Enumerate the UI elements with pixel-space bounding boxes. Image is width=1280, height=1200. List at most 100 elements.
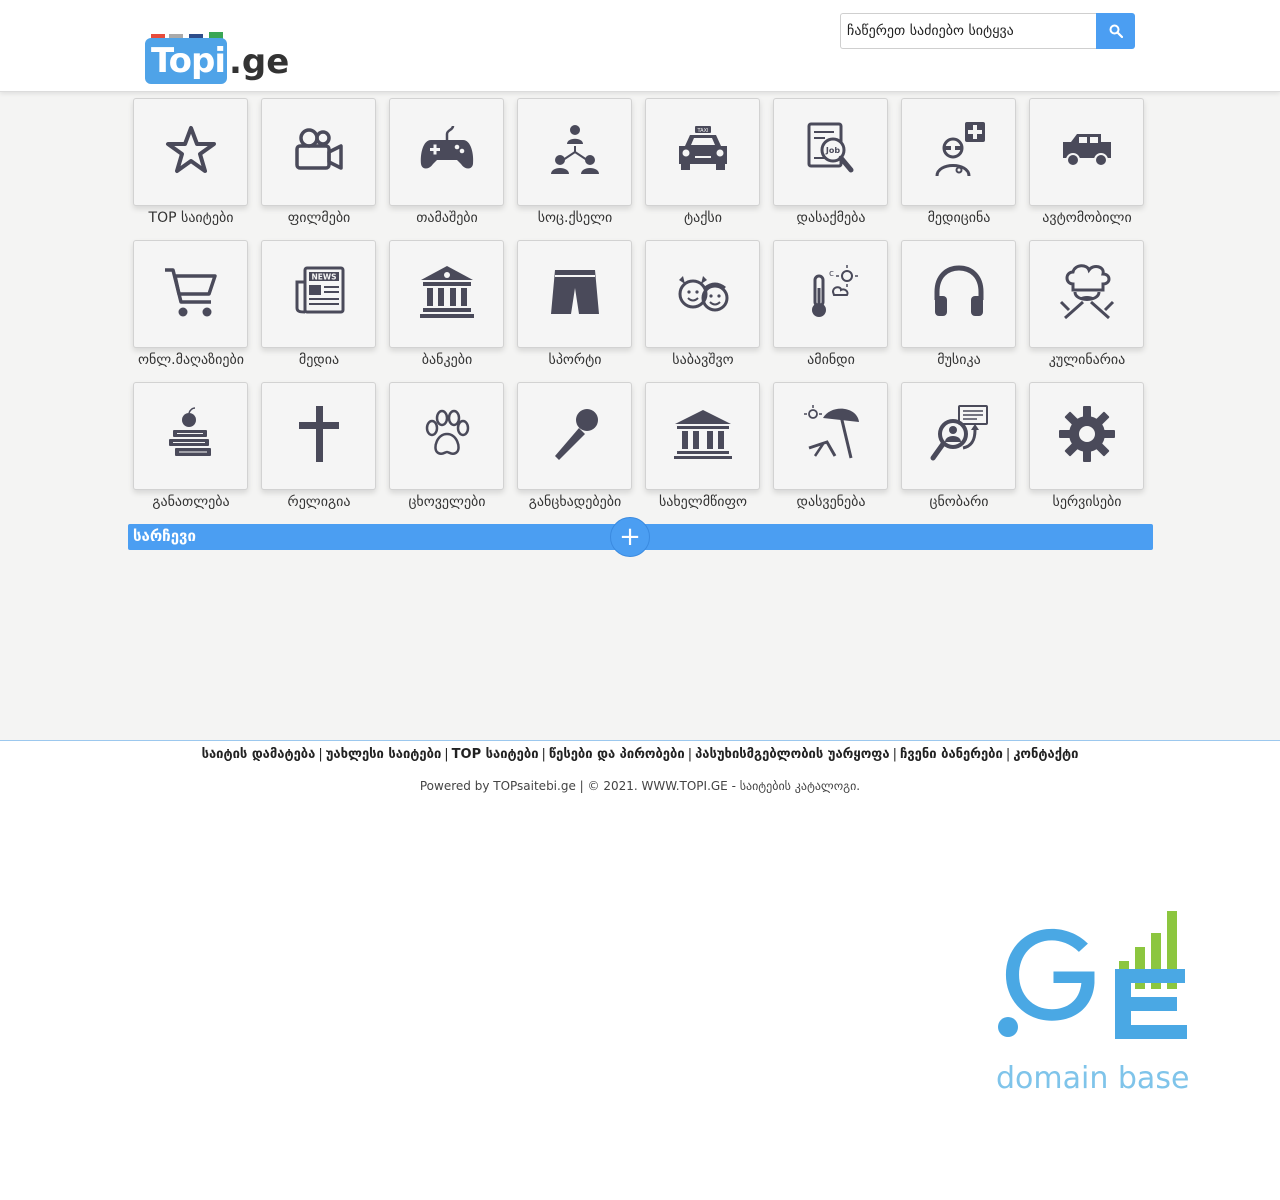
category-card[interactable] (517, 98, 632, 206)
footer-link[interactable]: უახლესი საიტები (326, 747, 442, 762)
category-label[interactable]: მედია (256, 352, 382, 368)
category-tile[interactable]: ცნობარი (896, 376, 1024, 518)
category-label[interactable]: TOP საიტები (128, 210, 254, 226)
category-label[interactable]: სახელმწიფო (640, 494, 766, 510)
newspaper-icon: NEWS (289, 262, 349, 326)
category-tile[interactable]: ფილმები (256, 92, 384, 234)
category-card[interactable] (517, 240, 632, 348)
category-tile[interactable]: სახელმწიფო (640, 376, 768, 518)
gamepad-icon (417, 120, 477, 184)
category-card[interactable] (261, 382, 376, 490)
category-label[interactable]: სერვისები (1024, 494, 1150, 510)
category-card[interactable] (1029, 240, 1144, 348)
footer-link[interactable]: წესები და პირობები (549, 747, 685, 762)
footer-link[interactable]: პასუხისმგებლობის უარყოფა (695, 747, 889, 762)
category-label[interactable]: საბავშვო (640, 352, 766, 368)
thermometer-icon: c (801, 262, 861, 326)
books-apple-icon (161, 404, 221, 468)
category-tile[interactable]: საბავშვო (640, 234, 768, 376)
category-label[interactable]: ცნობარი (896, 494, 1022, 510)
category-card[interactable] (133, 382, 248, 490)
category-label[interactable]: ცხოველები (384, 494, 510, 510)
category-tile[interactable]: განათლება (128, 376, 256, 518)
category-label[interactable]: ბანკები (384, 352, 510, 368)
bank-icon (417, 262, 477, 326)
category-card[interactable] (389, 240, 504, 348)
category-tile[interactable]: კულინარია (1024, 234, 1152, 376)
category-tile[interactable]: დასვენება (768, 376, 896, 518)
category-tile[interactable]: სოც.ქსელი (512, 92, 640, 234)
category-label[interactable]: სპორტი (512, 352, 638, 368)
copyright-text: Powered by TOPsaitebi.ge | © 2021. WWW.T… (419, 779, 861, 793)
category-card[interactable] (645, 382, 760, 490)
category-card[interactable] (133, 240, 248, 348)
site-logo[interactable]: Topi .ge (145, 32, 289, 88)
category-card[interactable] (773, 382, 888, 490)
search-form (840, 13, 1135, 49)
footer-link[interactable]: ჩვენი ბანერები (900, 747, 1003, 762)
category-card[interactable]: NEWS (261, 240, 376, 348)
category-card[interactable] (517, 382, 632, 490)
category-label[interactable]: რელიგია (256, 494, 382, 510)
footer-separator: | (892, 747, 897, 762)
headphones-icon (929, 262, 989, 326)
category-label[interactable]: სოც.ქსელი (512, 210, 638, 226)
category-label[interactable]: ტაქსი (640, 210, 766, 226)
category-tile[interactable]: TAXI ტაქსი (640, 92, 768, 234)
search-button[interactable] (1096, 13, 1135, 49)
category-card[interactable] (645, 240, 760, 348)
category-card[interactable] (389, 382, 504, 490)
taxi-icon: TAXI (673, 120, 733, 184)
category-card[interactable] (901, 240, 1016, 348)
category-tile[interactable]: TOP საიტები (128, 92, 256, 234)
category-card[interactable] (1029, 98, 1144, 206)
category-tile[interactable]: ცხოველები (384, 376, 512, 518)
category-card[interactable]: TAXI (645, 98, 760, 206)
ge-logo-dot (998, 1017, 1018, 1037)
search-input[interactable] (840, 13, 1096, 49)
category-label[interactable]: განცხადებები (512, 494, 638, 510)
category-label[interactable]: კულინარია (1024, 352, 1150, 368)
category-card[interactable] (901, 98, 1016, 206)
category-tile[interactable]: ავტომობილი (1024, 92, 1152, 234)
favorites-add-button[interactable]: + (610, 517, 650, 557)
category-tile[interactable]: განცხადებები (512, 376, 640, 518)
category-label[interactable]: მედიცინა (896, 210, 1022, 226)
category-tile[interactable]: რელიგია (256, 376, 384, 518)
category-label[interactable]: ავტომობილი (1024, 210, 1150, 226)
footer-link[interactable]: კონტაქტი (1013, 747, 1078, 762)
category-tile[interactable]: სპორტი (512, 234, 640, 376)
category-label[interactable]: განათლება (128, 494, 254, 510)
category-card[interactable]: Job (773, 98, 888, 206)
category-card[interactable]: c (773, 240, 888, 348)
category-tile[interactable]: c ამინდი (768, 234, 896, 376)
category-label[interactable]: თამაშები (384, 210, 510, 226)
category-tile[interactable]: მედიცინა (896, 92, 1024, 234)
directory-search-icon (929, 404, 989, 468)
footer-link[interactable]: საიტის დამატება (202, 747, 316, 762)
category-label[interactable]: მუსიკა (896, 352, 1022, 368)
category-tile[interactable]: Job დასაქმება (768, 92, 896, 234)
category-card[interactable] (1029, 382, 1144, 490)
category-label[interactable]: ონლ.მაღაზიები (128, 352, 254, 368)
main-content: TOP საიტები ფილმები თამაშები სოც.ქსელი TAXI ტ… (0, 92, 1280, 740)
category-label[interactable]: ფილმები (256, 210, 382, 226)
category-card[interactable] (901, 382, 1016, 490)
category-tile[interactable]: სერვისები (1024, 376, 1152, 518)
favorites-bar[interactable]: სარჩევი + (128, 517, 1153, 557)
category-card[interactable] (389, 98, 504, 206)
category-label[interactable]: დასვენება (768, 494, 894, 510)
paw-icon (417, 404, 477, 468)
category-tile[interactable]: თამაშები (384, 92, 512, 234)
category-card[interactable] (133, 98, 248, 206)
category-tile[interactable]: მუსიკა (896, 234, 1024, 376)
footer-separator: | (687, 747, 693, 762)
category-card[interactable] (261, 98, 376, 206)
footer-link[interactable]: TOP საიტები (452, 747, 539, 762)
category-tile[interactable]: ბანკები (384, 234, 512, 376)
favorites-label: სარჩევი (133, 527, 196, 545)
category-label[interactable]: დასაქმება (768, 210, 894, 226)
category-label[interactable]: ამინდი (768, 352, 894, 368)
category-tile[interactable]: NEWS მედია (256, 234, 384, 376)
category-tile[interactable]: ონლ.მაღაზიები (128, 234, 256, 376)
